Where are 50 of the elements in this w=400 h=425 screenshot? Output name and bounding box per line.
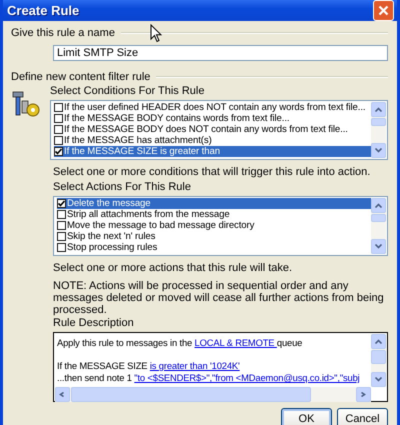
vertical-scrollbar[interactable] — [371, 198, 386, 254]
dialog-button[interactable]: Cancel — [337, 408, 388, 425]
horizontal-scrollbar[interactable] — [55, 387, 371, 402]
checkbox[interactable] — [54, 114, 63, 123]
list-label: Select Actions For This Rule — [53, 181, 192, 193]
list-item[interactable]: Strip all attachments from the message — [57, 209, 371, 220]
scroll-thumb[interactable] — [371, 350, 386, 364]
dialog-button[interactable]: OK — [281, 408, 332, 425]
mouse-pointer-icon — [150, 24, 162, 43]
rule-link[interactable]: is greater than '1024K' — [150, 360, 240, 371]
group-label: Give this rule a name — [11, 26, 115, 38]
list-item[interactable]: If the MESSAGE has attachment(s) — [54, 135, 371, 146]
checkbox[interactable] — [54, 103, 63, 112]
checkbox[interactable] — [57, 243, 66, 252]
hint-text: Select one or more conditions that will trigger this rule into action. — [53, 166, 372, 178]
tools-gear-icon — [10, 89, 42, 119]
checkbox[interactable] — [57, 221, 66, 230]
description-line: ...then send note 1 "to <$SENDER$>","from <MDaemon@usq.co.id>","subj — [57, 372, 361, 384]
rule-link[interactable]: LOCAL & REMOTE — [194, 337, 277, 348]
window-title: Create Rule — [7, 3, 80, 18]
scroll-thumb[interactable] — [71, 387, 311, 402]
rule-name-field[interactable]: Limit SMTP Size — [53, 45, 388, 61]
checkbox[interactable] — [54, 125, 63, 134]
list-label: Select Conditions For This Rule — [50, 85, 206, 97]
scroll-thumb[interactable] — [371, 118, 386, 126]
description-line: Apply this rule to messages in the LOCAL & REMOTE queue — [57, 337, 304, 349]
rule-link[interactable]: "to <$SENDER$>","from <MDaemon@usq.co.id>","subj — [134, 372, 360, 383]
description-label: Rule Description — [53, 317, 135, 329]
checkbox[interactable] — [54, 147, 63, 156]
checkbox[interactable] — [57, 210, 66, 219]
note-text: NOTE: Actions will be processed in sequential order and any messages deleted or moved will cease all further actions from being processed. — [53, 280, 385, 316]
description-line: If the MESSAGE SIZE is greater than '1024K' — [57, 360, 241, 372]
scroll-thumb[interactable] — [371, 214, 386, 222]
checkbox[interactable] — [57, 199, 66, 208]
list-item[interactable]: Move the message to bad message directory — [57, 220, 371, 231]
hint-text: Select one or more actions that this rule will take. — [53, 262, 294, 274]
list-item[interactable]: If the MESSAGE BODY does NOT contain any words from text file... — [54, 124, 371, 135]
list-item[interactable]: Skip the next 'n' rules — [57, 231, 371, 242]
close-icon — [378, 5, 389, 16]
vertical-scrollbar[interactable] — [371, 102, 386, 158]
list-item[interactable]: If the MESSAGE SIZE is greater than — [54, 146, 371, 157]
list-item[interactable]: Delete the message — [57, 198, 371, 209]
checkbox[interactable] — [57, 232, 66, 241]
list-item[interactable]: If the user defined HEADER does NOT contain any words from text file... — [54, 102, 371, 113]
list-item[interactable]: If the MESSAGE BODY contains words from text file... — [54, 113, 371, 124]
vertical-scrollbar[interactable] — [371, 334, 386, 387]
list-item[interactable]: Stop processing rules — [57, 242, 371, 253]
close-button[interactable] — [373, 0, 394, 21]
group-label: Define new content filter rule — [11, 70, 150, 82]
checkbox[interactable] — [54, 136, 63, 145]
